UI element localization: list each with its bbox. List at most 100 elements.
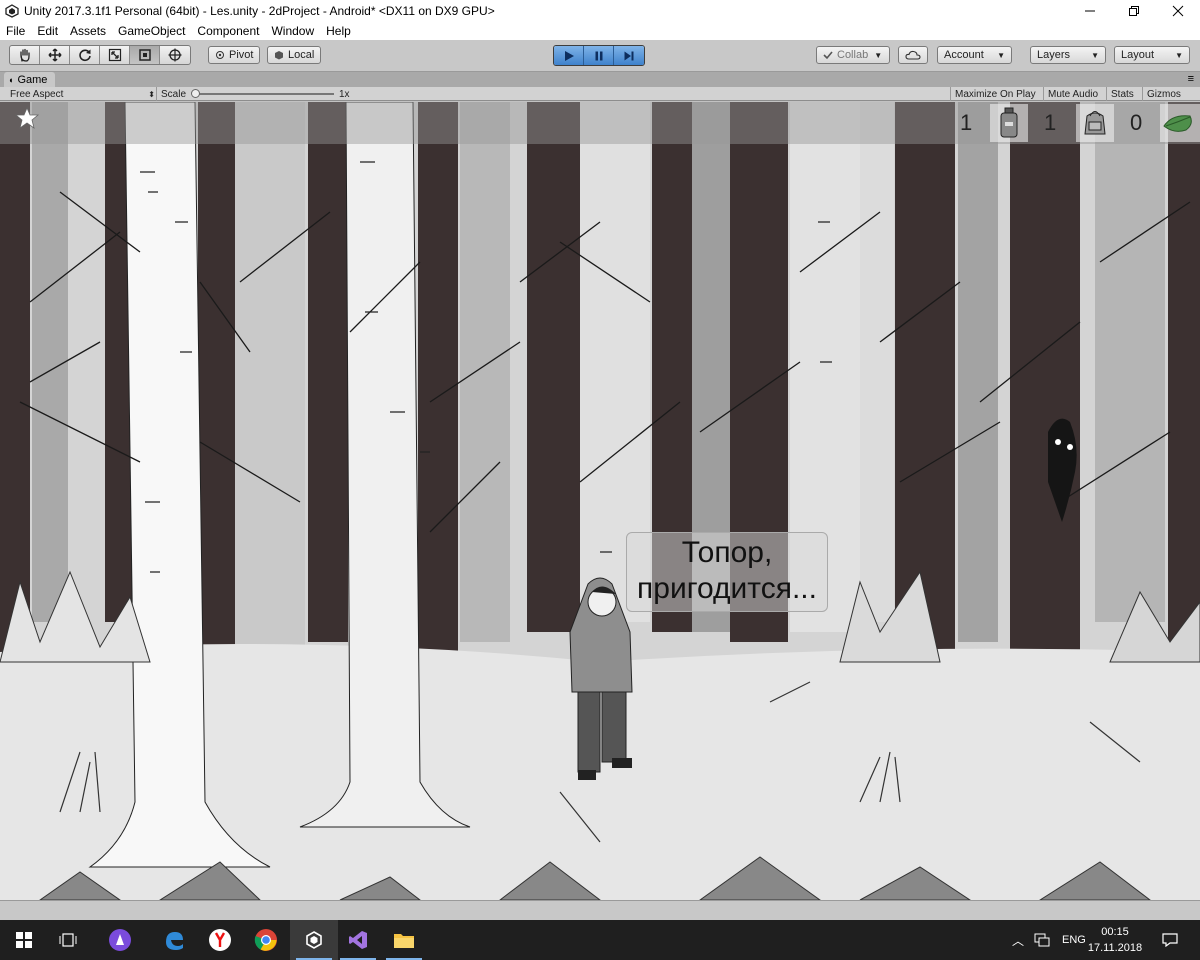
layout-caret-icon: ▼ xyxy=(1175,50,1183,60)
backpack-icon xyxy=(1084,111,1106,135)
gas-canister-icon xyxy=(1000,107,1018,138)
pivot-toggle[interactable]: Pivot xyxy=(208,46,261,64)
windows-logo-icon xyxy=(16,932,32,948)
mute-audio-toggle[interactable]: Mute Audio xyxy=(1043,87,1098,101)
pivot-label: Pivot xyxy=(229,49,254,61)
clock-date: 17.11.2018 xyxy=(1087,942,1143,954)
transform-tools xyxy=(9,45,191,65)
folder-icon xyxy=(394,934,414,948)
taskbar-clock[interactable]: 00:15 17.11.2018 xyxy=(1085,924,1145,956)
gas-canister-slot[interactable] xyxy=(990,104,1028,142)
move-arrows-icon xyxy=(47,48,62,62)
scale-tool-button[interactable] xyxy=(100,46,130,64)
aspect-dropdown[interactable]: Free Aspect ⬍ xyxy=(10,87,155,101)
backpack-slot[interactable] xyxy=(1076,104,1114,142)
maximize-on-play-toggle[interactable]: Maximize On Play xyxy=(950,87,1036,101)
start-button[interactable] xyxy=(0,920,48,960)
edge-app-button[interactable] xyxy=(150,920,198,960)
restore-icon xyxy=(1129,6,1139,16)
scale-slider-handle[interactable] xyxy=(191,89,200,98)
rotate-tool-button[interactable] xyxy=(70,46,100,64)
layers-caret-icon: ▼ xyxy=(1091,50,1099,60)
check-icon xyxy=(823,51,833,60)
game-view[interactable]: 1 1 0 Топор, пригодится... xyxy=(0,102,1200,900)
menu-bar: File Edit Assets GameObject Component Wi… xyxy=(0,22,1200,40)
dialog-line-2: пригодится... xyxy=(637,572,817,605)
gizmos-dropdown[interactable]: Gizmos xyxy=(1142,87,1181,101)
menu-edit[interactable]: Edit xyxy=(31,24,64,38)
chrome-browser-icon xyxy=(254,929,277,951)
local-toggle[interactable]: Local xyxy=(267,46,322,64)
scale-slider-track[interactable] xyxy=(194,93,334,95)
tray-expand-icon[interactable]: ︿ xyxy=(1012,932,1024,949)
collab-dropdown[interactable]: Collab ▼ xyxy=(816,46,890,64)
layers-dropdown[interactable]: Layers ▼ xyxy=(1030,46,1106,64)
network-icon[interactable] xyxy=(1034,933,1050,947)
yandex-browser-icon xyxy=(209,929,231,951)
leaf-slot[interactable] xyxy=(1160,104,1200,142)
panel-tab-bar: ◖ Game ≡ xyxy=(0,72,1200,87)
pivot-icon xyxy=(216,51,224,59)
notifications-button[interactable] xyxy=(1146,920,1194,960)
gizmos-label: Gizmos xyxy=(1147,88,1181,100)
menu-window[interactable]: Window xyxy=(265,24,320,38)
unity-editor-window: Unity 2017.3.1f1 Personal (64bit) - Les.… xyxy=(0,0,1200,960)
stats-toggle[interactable]: Stats xyxy=(1106,87,1134,101)
mute-audio-label: Mute Audio xyxy=(1048,88,1099,100)
visual-studio-icon xyxy=(349,931,367,949)
editor-bottom-strip xyxy=(0,900,1200,920)
play-controls xyxy=(553,45,645,66)
close-icon xyxy=(1172,5,1184,17)
stats-label: Stats xyxy=(1111,88,1134,100)
alice-app-button[interactable] xyxy=(96,920,144,960)
unity-logo-icon xyxy=(5,4,19,18)
rect-tool-button[interactable] xyxy=(130,46,160,64)
notification-icon xyxy=(1162,933,1178,947)
cloud-button[interactable] xyxy=(898,46,928,64)
rect-transform-icon xyxy=(138,49,151,61)
cube-icon xyxy=(275,51,283,60)
file-explorer-button[interactable] xyxy=(380,920,428,960)
visual-studio-button[interactable] xyxy=(334,920,382,960)
menu-help[interactable]: Help xyxy=(320,24,357,38)
hand-tool-button[interactable] xyxy=(10,46,40,64)
tab-game-label: Game xyxy=(17,73,48,86)
menu-file[interactable]: File xyxy=(0,24,31,38)
minimize-button[interactable] xyxy=(1068,0,1112,22)
step-button[interactable] xyxy=(614,46,644,65)
tab-game[interactable]: ◖ Game xyxy=(4,72,56,87)
layout-dropdown[interactable]: Layout ▼ xyxy=(1114,46,1190,64)
menu-gameobject[interactable]: GameObject xyxy=(112,24,191,38)
transform-tool-button[interactable] xyxy=(160,46,190,64)
minimize-icon xyxy=(1085,10,1095,12)
menu-component[interactable]: Component xyxy=(191,24,265,38)
step-icon xyxy=(624,51,634,60)
play-button[interactable] xyxy=(554,46,584,65)
hand-icon xyxy=(19,48,30,62)
pause-button[interactable] xyxy=(584,46,614,65)
unity-app-button[interactable] xyxy=(290,920,338,960)
menu-assets[interactable]: Assets xyxy=(64,24,112,38)
unity-app-icon xyxy=(306,931,322,949)
local-label: Local xyxy=(288,49,315,61)
layout-label: Layout xyxy=(1121,49,1155,61)
panel-menu-icon[interactable]: ≡ xyxy=(1188,73,1194,85)
star-icon[interactable] xyxy=(14,107,40,129)
chrome-app-button[interactable] xyxy=(242,920,290,960)
task-view-icon xyxy=(59,933,77,947)
language-indicator[interactable]: ENG xyxy=(1062,934,1086,946)
layers-label: Layers xyxy=(1037,49,1071,61)
dialog-line-1: Топор, xyxy=(681,536,773,569)
rotate-icon xyxy=(78,49,91,62)
scale-icon xyxy=(108,48,121,62)
scale-value: 1x xyxy=(339,88,350,100)
move-tool-button[interactable] xyxy=(40,46,70,64)
account-dropdown[interactable]: Account ▼ xyxy=(937,46,1012,64)
game-controller-icon: ◖ xyxy=(8,74,14,85)
close-button[interactable] xyxy=(1156,0,1200,22)
task-view-button[interactable] xyxy=(44,920,92,960)
yandex-browser-button[interactable] xyxy=(196,920,244,960)
scale-label: Scale xyxy=(161,88,187,100)
restore-button[interactable] xyxy=(1112,0,1156,22)
collab-caret-icon: ▼ xyxy=(874,50,883,60)
